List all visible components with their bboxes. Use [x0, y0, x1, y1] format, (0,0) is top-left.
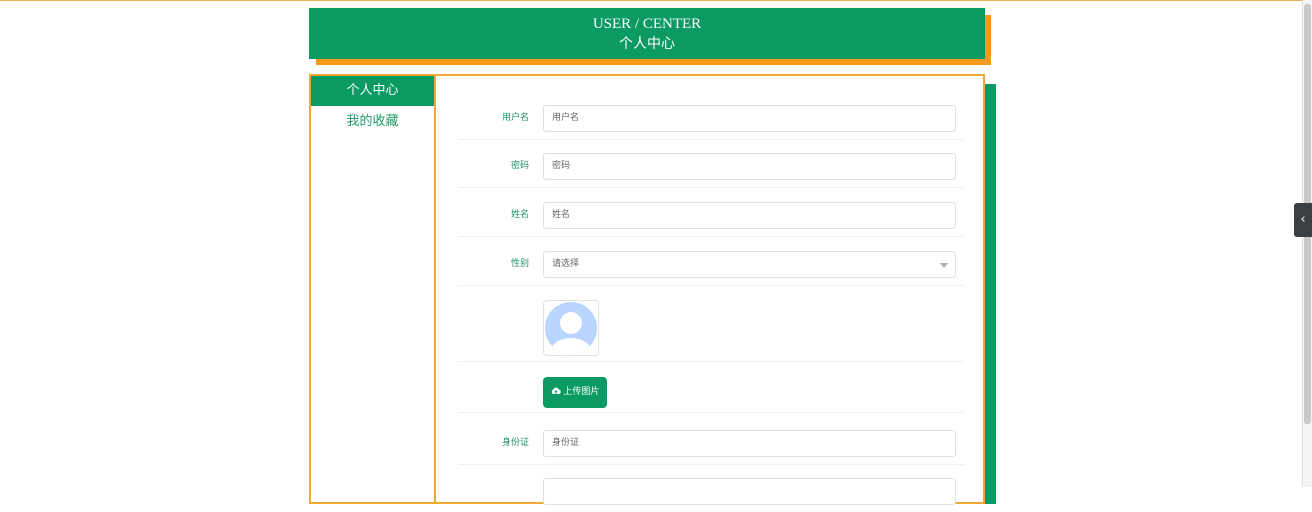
cloud-upload-icon [551, 387, 561, 394]
header-title-en: USER / CENTER [592, 16, 702, 32]
gender-label: 性别 [510, 259, 529, 269]
gender-select-value: 请选择 [552, 259, 580, 269]
sidebar: 个人中心 我的收藏 [309, 74, 434, 504]
username-label: 用户名 [501, 113, 529, 123]
next-field-input[interactable] [543, 478, 956, 505]
sidebar-item-user-center[interactable]: 个人中心 [311, 76, 434, 106]
panel-shadow [984, 84, 996, 504]
caret-down-icon [940, 263, 948, 268]
form-row-upload: 上传图片 [458, 362, 964, 413]
idcard-label: 身份证 [501, 438, 529, 448]
form-row-idcard: 身份证 身份证 [458, 428, 964, 465]
chevron-left-icon[interactable]: ‹ [1294, 203, 1312, 237]
form-row-username: 用户名 用户名 [458, 103, 964, 140]
vertical-scrollbar[interactable] [1302, 0, 1312, 487]
form-row-gender: 性别 请选择 [458, 249, 964, 286]
upload-button-label: 上传图片 [563, 387, 600, 397]
avatar-preview[interactable] [543, 300, 599, 356]
form-row-password: 密码 密码 [458, 151, 964, 188]
sidebar-item-favorites[interactable]: 我的收藏 [311, 107, 434, 137]
form-row-avatar [458, 298, 964, 362]
form-panel: 用户名 用户名 密码 密码 姓名 姓名 性别 请选择 上传图片 身份证 身份证 [434, 74, 985, 505]
idcard-input[interactable]: 身份证 [543, 430, 956, 457]
page-header: USER / CENTER 个人中心 [309, 8, 985, 59]
password-label: 密码 [510, 161, 529, 171]
name-label: 姓名 [510, 210, 529, 220]
header-title-cn: 个人中心 [619, 36, 675, 52]
form-row-next [458, 476, 964, 512]
form-row-name: 姓名 姓名 [458, 200, 964, 237]
upload-image-button[interactable]: 上传图片 [543, 377, 607, 408]
top-border [0, 0, 1312, 1]
username-input[interactable]: 用户名 [543, 105, 956, 132]
gender-select[interactable]: 请选择 [543, 251, 956, 278]
password-input[interactable]: 密码 [543, 153, 956, 180]
name-input[interactable]: 姓名 [543, 202, 956, 229]
user-avatar-icon [545, 302, 597, 354]
